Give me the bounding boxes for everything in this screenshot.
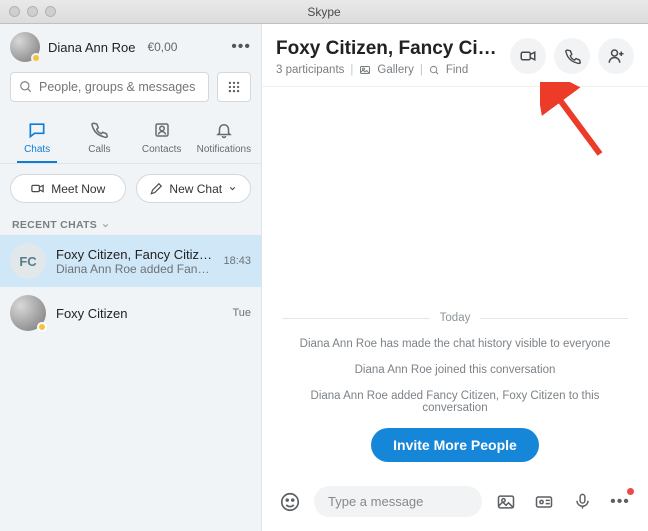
tab-label: Calls — [88, 144, 110, 155]
group-avatar: FC — [10, 243, 46, 279]
conversation-title[interactable]: Foxy Citizen, Fancy Ci… — [276, 38, 502, 60]
chevron-down-icon — [101, 221, 110, 230]
day-separator: Today — [282, 312, 628, 324]
tab-contacts[interactable]: Contacts — [131, 116, 193, 163]
search-icon — [429, 65, 440, 76]
contact-card-button[interactable] — [530, 488, 558, 516]
minimize-window-icon[interactable] — [27, 6, 38, 17]
message-area: Today Diana Ann Roe has made the chat hi… — [262, 87, 648, 476]
profile-row[interactable]: Diana Ann Roe €0,00 ••• — [0, 24, 261, 68]
search-field[interactable] — [39, 80, 200, 94]
more-icon[interactable]: ••• — [231, 38, 251, 56]
bell-icon — [214, 120, 234, 140]
profile-balance: €0,00 — [147, 40, 177, 54]
presence-away-icon — [37, 322, 47, 332]
chat-title: Foxy Citizen, Fancy Citizen — [56, 247, 213, 262]
search-icon — [19, 80, 33, 94]
window-title: Skype — [307, 5, 340, 19]
maximize-window-icon[interactable] — [45, 6, 56, 17]
meet-now-button[interactable]: Meet Now — [10, 174, 126, 203]
conversation-pane: Foxy Citizen, Fancy Ci… 3 participants |… — [262, 24, 648, 531]
tab-label: Chats — [24, 144, 50, 155]
sidebar: Diana Ann Roe €0,00 ••• Chats Calls — [0, 24, 262, 531]
dialpad-button[interactable] — [217, 72, 251, 102]
participants-count[interactable]: 3 participants — [276, 64, 344, 76]
avatar — [10, 32, 40, 62]
add-people-button[interactable] — [598, 38, 634, 74]
emoji-button[interactable] — [276, 488, 304, 516]
chat-icon — [27, 120, 47, 140]
tab-calls[interactable]: Calls — [68, 116, 130, 163]
card-icon — [534, 492, 554, 512]
phone-icon — [564, 48, 581, 65]
chat-list: FC Foxy Citizen, Fancy Citizen Diana Ann… — [0, 235, 261, 531]
more-composer-button[interactable]: ••• — [606, 488, 634, 516]
audio-call-button[interactable] — [554, 38, 590, 74]
add-user-icon — [607, 47, 625, 65]
nav-tabs: Chats Calls Contacts Notifications — [0, 110, 261, 164]
presence-away-icon — [31, 53, 41, 63]
video-icon — [30, 181, 45, 196]
smile-icon — [279, 491, 301, 513]
chat-item[interactable]: FC Foxy Citizen, Fancy Citizen Diana Ann… — [0, 235, 261, 287]
system-message: Diana Ann Roe joined this conversation — [355, 364, 556, 376]
video-call-button[interactable] — [510, 38, 546, 74]
video-icon — [519, 47, 537, 65]
close-window-icon[interactable] — [9, 6, 20, 17]
chat-time: 18:43 — [223, 255, 251, 267]
system-message: Diana Ann Roe has made the chat history … — [300, 338, 611, 350]
media-icon — [496, 492, 516, 512]
profile-name: Diana Ann Roe — [48, 40, 135, 55]
find-link[interactable]: Find — [446, 64, 468, 76]
chat-preview: Diana Ann Roe added Fancy … — [56, 262, 213, 276]
gallery-icon — [359, 64, 371, 76]
dialpad-icon — [227, 80, 241, 94]
composer: Type a message ••• — [262, 476, 648, 531]
chat-title: Foxy Citizen — [56, 306, 222, 321]
button-label: Meet Now — [51, 182, 105, 196]
compose-icon — [149, 182, 163, 196]
tab-chats[interactable]: Chats — [6, 116, 68, 163]
chevron-down-icon — [228, 184, 237, 193]
title-bar: Skype — [0, 0, 648, 24]
search-input[interactable] — [10, 72, 209, 102]
traffic-lights — [0, 6, 56, 17]
conversation-header: Foxy Citizen, Fancy Ci… 3 participants |… — [262, 24, 648, 87]
tab-notifications[interactable]: Notifications — [193, 116, 255, 163]
contacts-icon — [152, 120, 172, 140]
button-label: New Chat — [169, 182, 222, 196]
mic-icon — [573, 492, 592, 511]
phone-icon — [89, 120, 109, 140]
new-chat-button[interactable]: New Chat — [136, 174, 252, 203]
system-message: Diana Ann Roe added Fancy Citizen, Foxy … — [282, 390, 628, 414]
notification-dot-icon — [627, 488, 634, 495]
tab-label: Contacts — [142, 144, 181, 155]
recent-chats-header[interactable]: RECENT CHATS — [0, 213, 261, 235]
tab-label: Notifications — [197, 144, 251, 155]
more-icon: ••• — [610, 493, 630, 511]
avatar — [10, 295, 46, 331]
chat-time: Tue — [232, 307, 251, 319]
chat-item[interactable]: Foxy Citizen Tue — [0, 287, 261, 339]
gallery-link[interactable]: Gallery — [377, 64, 413, 76]
message-input[interactable]: Type a message — [314, 486, 482, 517]
voice-message-button[interactable] — [568, 488, 596, 516]
invite-more-button[interactable]: Invite More People — [371, 428, 539, 462]
attach-media-button[interactable] — [492, 488, 520, 516]
